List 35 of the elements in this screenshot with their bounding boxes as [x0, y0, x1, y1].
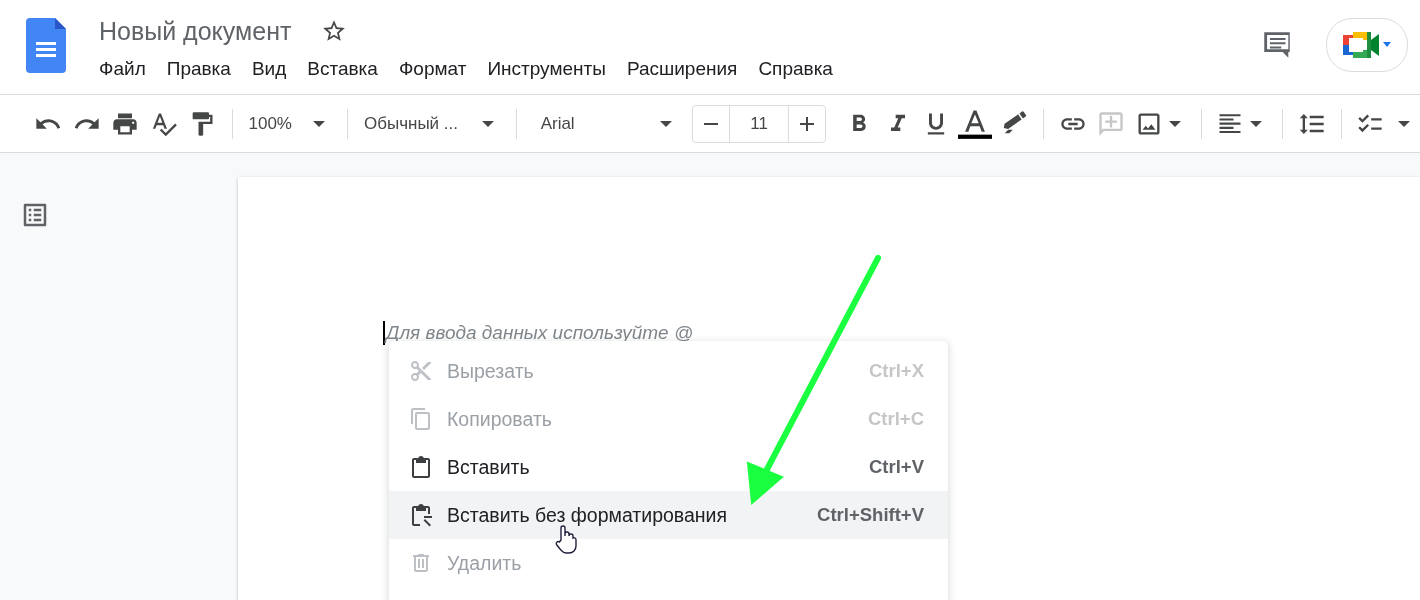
shortcut-text: Ctrl+X — [869, 360, 924, 382]
shortcut-text: Ctrl+V — [869, 456, 924, 478]
menu-item[interactable]: Расширения — [618, 56, 746, 82]
menu-item[interactable]: Файл — [91, 56, 154, 82]
context-menu-item[interactable]: Вставить без форматирования Ctrl+Shift+V — [389, 491, 948, 539]
zoom-dropdown[interactable]: 100% — [242, 103, 338, 144]
shortcut-text: Ctrl+C — [867, 408, 924, 430]
caret-icon — [313, 120, 326, 127]
caret-icon — [1168, 120, 1181, 127]
text-cursor — [383, 321, 385, 345]
document-title[interactable]: Новый документ — [99, 16, 292, 46]
video-camera-icon — [1341, 30, 1393, 60]
menu-item[interactable]: Формат — [390, 56, 475, 82]
font-dropdown[interactable]: Arial — [526, 103, 685, 144]
clipboard-icon — [409, 455, 433, 479]
caret-icon — [481, 120, 494, 127]
shortcut-text: Ctrl+Shift+V — [817, 504, 924, 526]
clipboard-icon — [409, 503, 433, 527]
menu-item[interactable]: Справка — [750, 56, 841, 82]
hand-pointer-icon — [554, 524, 578, 554]
text-color-icon[interactable] — [958, 108, 992, 139]
menu-item[interactable]: Вставка — [299, 56, 386, 82]
scissors-icon — [409, 359, 433, 383]
caret-icon — [1398, 120, 1410, 127]
placeholder-text: Для ввода данных используйте @ — [386, 322, 694, 344]
style-dropdown[interactable]: Обычный ... — [357, 103, 506, 144]
menu-item[interactable]: Инструменты — [479, 56, 614, 82]
caret-icon — [1249, 120, 1262, 127]
menu-item[interactable]: Вид — [243, 56, 295, 82]
copy-icon — [409, 407, 433, 431]
context-menu-item[interactable]: Вставить Ctrl+V — [389, 443, 948, 491]
menu-item[interactable]: Правка — [158, 56, 239, 82]
meet-button[interactable] — [1326, 18, 1408, 72]
docs-logo-icon[interactable] — [26, 18, 66, 73]
caret-icon — [660, 120, 673, 127]
